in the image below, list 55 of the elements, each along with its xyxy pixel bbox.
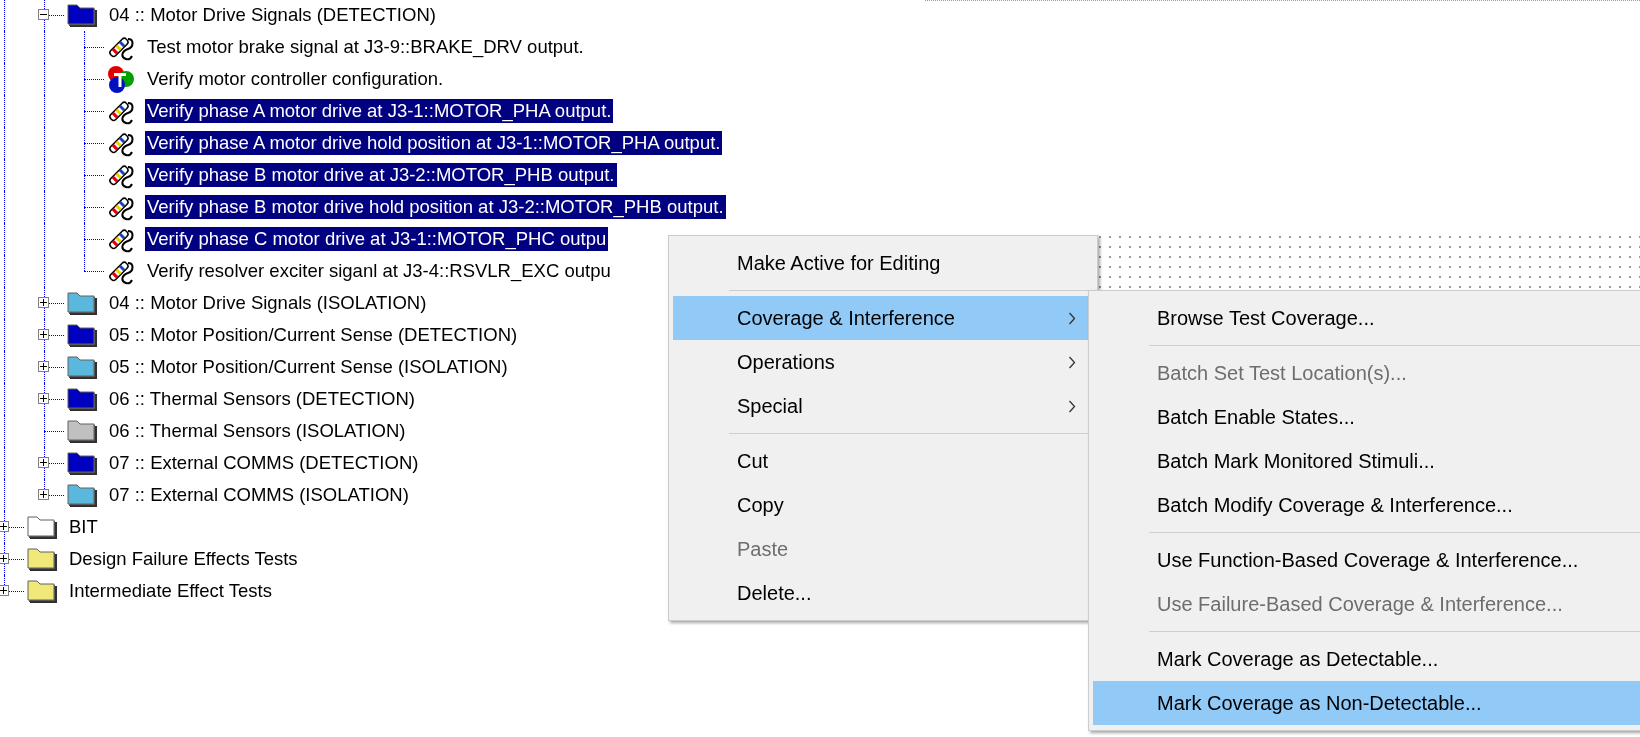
menu-item[interactable]: Batch Mark Monitored Stimuli... [1093, 439, 1640, 483]
folder-item[interactable]: Design Failure Effects Tests [67, 547, 300, 571]
folder-icon [66, 354, 98, 380]
expand-toggle[interactable] [0, 521, 9, 532]
test-item[interactable]: Verify phase C motor drive at J3-1::MOTOR_PHC outpu [145, 227, 609, 251]
folder-icon [66, 482, 98, 508]
folder-item[interactable]: 07 :: External COMMS (ISOLATION) [107, 483, 411, 507]
folder-item[interactable]: Intermediate Effect Tests [67, 579, 274, 603]
menu-item[interactable]: Batch Modify Coverage & Interference... [1093, 483, 1640, 527]
collapse-toggle[interactable] [38, 9, 49, 20]
folder-icon [66, 290, 98, 316]
expand-toggle[interactable] [38, 457, 49, 468]
menu-item[interactable]: Mark Coverage as Detectable... [1093, 637, 1640, 681]
menu-item[interactable]: Coverage & Interference [673, 296, 1090, 340]
expand-toggle[interactable] [38, 489, 49, 500]
expand-toggle[interactable] [38, 297, 49, 308]
expand-toggle[interactable] [0, 585, 9, 596]
test-item[interactable]: Verify resolver exciter siganl at J3-4::RSVLR_EXC outpu [145, 259, 613, 283]
menu-item[interactable]: Mark Coverage as Non-Detectable... [1093, 681, 1640, 725]
expand-toggle[interactable] [38, 329, 49, 340]
folder-icon [66, 2, 98, 28]
folder-item[interactable]: 07 :: External COMMS (DETECTION) [107, 451, 421, 475]
folder-icon [66, 450, 98, 476]
menu-item[interactable]: Use Function-Based Coverage & Interference... [1093, 538, 1640, 582]
folder-icon [66, 418, 98, 444]
expand-toggle[interactable] [38, 393, 49, 404]
test-item[interactable]: Test motor brake signal at J3-9::BRAKE_DRV output. [145, 35, 586, 59]
menu-item[interactable]: Delete... [673, 571, 1090, 615]
test-item[interactable]: Verify phase B motor drive hold position at J3-2::MOTOR_PHB output. [145, 195, 726, 219]
folder-icon [26, 514, 58, 540]
expand-toggle[interactable] [0, 553, 9, 564]
folder-icon [26, 546, 58, 572]
colored-t-icon [106, 64, 136, 94]
expand-toggle[interactable] [38, 361, 49, 372]
folder-item[interactable]: 06 :: Thermal Sensors (DETECTION) [107, 387, 417, 411]
menu-item[interactable]: Operations [673, 340, 1090, 384]
folder-icon [66, 322, 98, 348]
folder-item[interactable]: 05 :: Motor Position/Current Sense (ISOLATION) [107, 355, 510, 379]
folder-item[interactable]: 04 :: Motor Drive Signals (ISOLATION) [107, 291, 429, 315]
test-item[interactable]: Verify motor controller configuration. [145, 67, 446, 91]
test-item[interactable]: Verify phase B motor drive at J3-2::MOTOR_PHB output. [145, 163, 617, 187]
menu-item[interactable]: Special [673, 384, 1090, 428]
menu-item[interactable]: Browse Test Coverage... [1093, 296, 1640, 340]
folder-item[interactable]: 04 :: Motor Drive Signals (DETECTION) [107, 3, 438, 27]
folder-icon [66, 386, 98, 412]
folder-item[interactable]: BIT [67, 515, 100, 539]
menu-item[interactable]: Cut [673, 439, 1090, 483]
test-item[interactable]: Verify phase A motor drive hold position at J3-1::MOTOR_PHA output. [145, 131, 723, 155]
folder-item[interactable]: 05 :: Motor Position/Current Sense (DETECTION) [107, 323, 520, 347]
menu-item[interactable]: Make Active for Editing [673, 241, 1090, 285]
test-item[interactable]: Verify phase A motor drive at J3-1::MOTOR_PHA output. [145, 99, 614, 123]
folder-item[interactable]: 06 :: Thermal Sensors (ISOLATION) [107, 419, 408, 443]
folder-icon [26, 578, 58, 604]
menu-item[interactable]: Batch Enable States... [1093, 395, 1640, 439]
menu-item[interactable]: Copy [673, 483, 1090, 527]
